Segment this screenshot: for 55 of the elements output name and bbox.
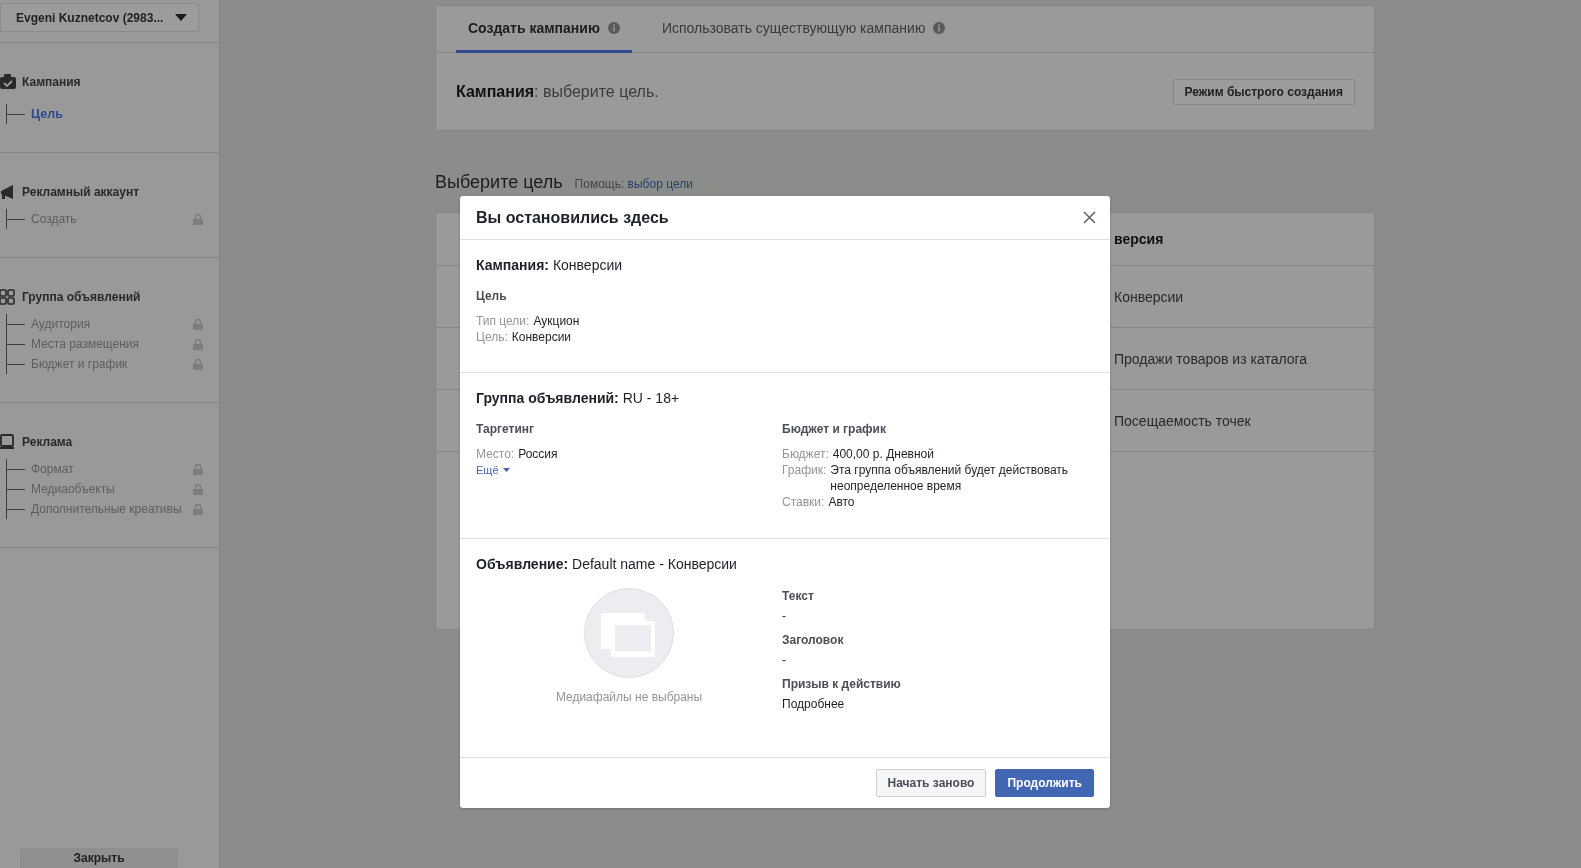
tab[interactable]: Использовать существующую кампанию <box>649 6 958 53</box>
section-title: Объявление: Default name - Конверсии <box>476 556 738 572</box>
info-icon <box>607 22 620 34</box>
close-icon <box>1083 211 1096 224</box>
caret-icon <box>175 14 187 21</box>
field-value: Эта группа объявлений будет действовать неопределенное время <box>830 462 1070 494</box>
section-title: Рекламный аккаунт <box>22 185 140 199</box>
field-value: - <box>782 609 787 623</box>
restart-button[interactable]: Начать заново <box>875 769 987 797</box>
field-label: График: <box>782 462 827 478</box>
field-value: Аукцион <box>533 313 580 329</box>
field-value: Подробнее <box>782 697 846 711</box>
section-heading: Выберите цель <box>435 172 563 193</box>
subheading: Цель <box>476 289 508 303</box>
objective-option[interactable]: Продажи товаров из каталога <box>1114 350 1308 367</box>
more-link[interactable]: Ещё <box>476 464 510 476</box>
field-value: 400,00 р. Дневной <box>832 446 934 462</box>
subheading: Текст <box>782 589 815 603</box>
empty-media-text: Медиафайлы не выбраны <box>555 690 703 704</box>
campaign-status-text: Кампания: выберите цель. <box>456 83 659 101</box>
account-dropdown[interactable]: Evgeni Kuznetcov (2983... <box>0 3 199 32</box>
media-placeholder-icon <box>584 588 674 678</box>
tab[interactable]: Создать кампанию <box>456 6 632 53</box>
section-title: Группа объявлений: RU - 18+ <box>476 390 681 406</box>
field-label: Бюджет: <box>782 446 829 462</box>
subheading: Призыв к действию <box>782 677 902 691</box>
caret-icon <box>502 468 510 472</box>
field-label: Цель: <box>476 329 508 345</box>
subheading: Заголовок <box>782 633 845 647</box>
megaphone-icon <box>0 184 16 200</box>
modal-title: Вы остановились здесь <box>476 208 669 227</box>
field-value: Конверсии <box>511 329 572 345</box>
sidebar-item[interactable]: Цель <box>31 107 63 121</box>
close-button[interactable]: Закрыть <box>20 848 178 868</box>
field-value: - <box>782 653 787 667</box>
field-value: Россия <box>518 446 558 462</box>
help-link[interactable]: Помощь: выбор цели <box>574 177 693 191</box>
continue-button[interactable]: Продолжить <box>995 769 1094 797</box>
section-title: Кампания <box>22 75 81 89</box>
field-value: Авто <box>828 494 855 510</box>
quick-create-button[interactable]: Режим быстрого создания <box>1172 79 1355 105</box>
subheading: Бюджет и график <box>782 422 887 436</box>
objective-option[interactable]: Посещаемость точек <box>1114 412 1251 429</box>
field-label: Место: <box>476 446 515 462</box>
subheading: Таргетинг <box>476 422 536 436</box>
grid-icon <box>0 289 16 305</box>
section-title: Группа объявлений <box>22 290 141 304</box>
section-title: Кампания: Конверсии <box>476 257 624 273</box>
field-label: Тип цели: <box>476 313 530 329</box>
field-label: Ставки: <box>782 494 825 510</box>
column-header: версия <box>1114 231 1164 247</box>
section-title: Реклама <box>22 435 73 449</box>
objective-option[interactable]: Конверсии <box>1114 288 1184 305</box>
monitor-icon <box>0 434 16 450</box>
info-icon <box>933 22 946 34</box>
